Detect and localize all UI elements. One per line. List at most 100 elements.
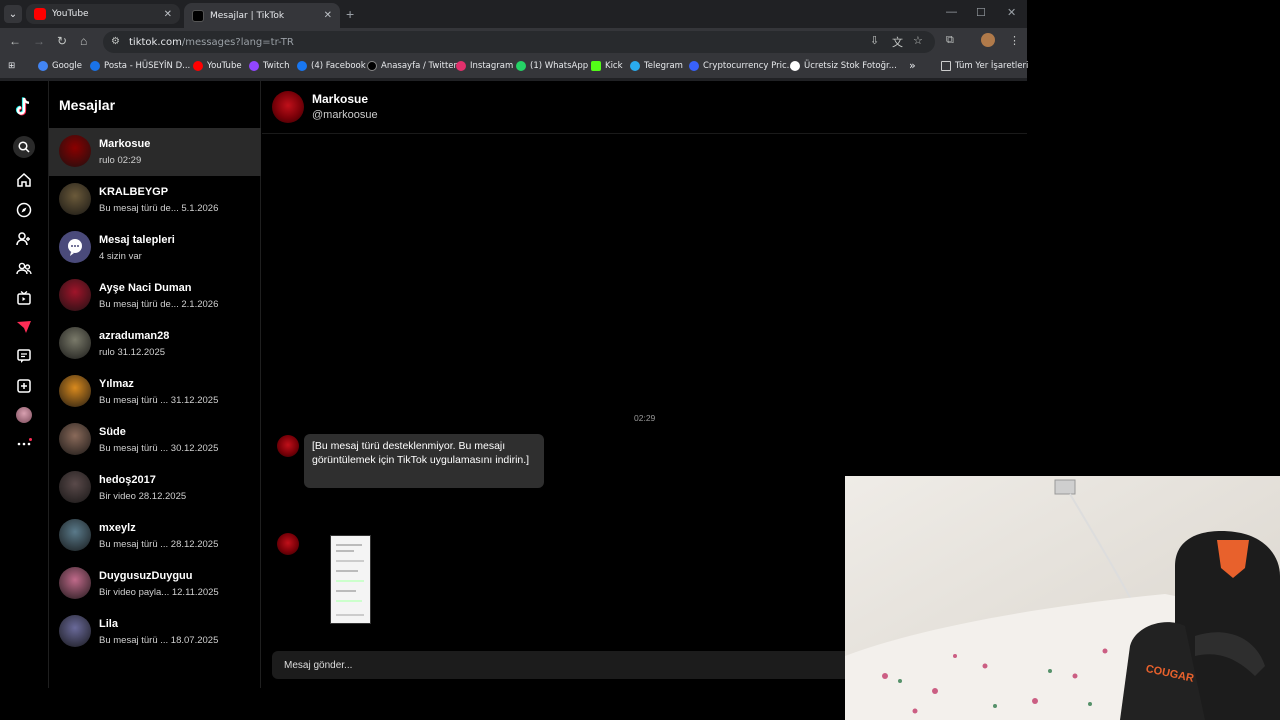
minimize-icon[interactable]: — bbox=[946, 6, 957, 18]
conversation-item[interactable]: Markosue rulo 02:29 bbox=[49, 128, 261, 176]
conversation-avatar bbox=[59, 423, 91, 455]
youtube-icon bbox=[193, 61, 203, 71]
bookmark-crypto[interactable]: Cryptocurrency Pric... bbox=[689, 61, 795, 71]
browser-chrome: ⌄ YouTube ✕ Mesajlar | TikTok ✕ + — ☐ ✕ … bbox=[0, 0, 1028, 81]
friends-icon[interactable] bbox=[14, 259, 34, 279]
new-tab-icon[interactable]: + bbox=[346, 6, 354, 22]
bookmark-whatsapp[interactable]: (1) WhatsApp bbox=[516, 61, 588, 71]
bookmark-youtube[interactable]: YouTube bbox=[193, 61, 242, 71]
message-sender-avatar[interactable] bbox=[277, 533, 299, 555]
messages-icon[interactable] bbox=[14, 317, 34, 337]
photo-icon bbox=[790, 61, 800, 71]
bookmark-mail[interactable]: Posta - HÜSEYİN D... bbox=[90, 61, 190, 71]
message-requests-icon bbox=[59, 231, 91, 263]
home-icon[interactable]: ⌂ bbox=[80, 34, 87, 48]
conversation-avatar bbox=[59, 375, 91, 407]
window-close-icon[interactable]: ✕ bbox=[1007, 6, 1016, 19]
conversation-item[interactable]: Süde Bu mesaj türü ... 30.12.2025 bbox=[49, 416, 261, 464]
bookmark-label: (4) Facebook bbox=[311, 61, 366, 71]
live-icon[interactable] bbox=[14, 288, 34, 308]
conversation-name: Yılmaz bbox=[99, 378, 134, 390]
conversation-item[interactable]: Mesaj talepleri 4 sizin var bbox=[49, 224, 261, 272]
bookmark-telegram[interactable]: Telegram bbox=[630, 61, 683, 71]
maximize-icon[interactable]: ☐ bbox=[976, 6, 986, 19]
tiktok-favicon-icon bbox=[192, 9, 204, 22]
tab-search-icon[interactable]: ⌄ bbox=[4, 5, 22, 23]
chat-contact-name[interactable]: Markosue bbox=[312, 92, 368, 106]
more-icon[interactable] bbox=[14, 433, 34, 453]
tab-tiktok[interactable]: Mesajlar | TikTok ✕ bbox=[184, 3, 340, 28]
bookmarks-overflow-icon[interactable]: » bbox=[909, 59, 916, 72]
bookmark-facebook[interactable]: (4) Facebook bbox=[297, 61, 366, 71]
tab-title: Mesajlar | TikTok bbox=[210, 10, 285, 21]
conversation-item[interactable]: azraduman28 rulo 31.12.2025 bbox=[49, 320, 261, 368]
bookmark-instagram[interactable]: Instagram bbox=[456, 61, 513, 71]
browser-menu-icon[interactable]: ⋮ bbox=[1009, 34, 1020, 47]
conversation-item[interactable]: mxeylz Bu mesaj türü ... 28.12.2025 bbox=[49, 512, 261, 560]
conversation-avatar bbox=[59, 279, 91, 311]
bookmark-kick[interactable]: Kick bbox=[591, 61, 623, 71]
conversation-item[interactable]: Ayşe Naci Duman Bu mesaj türü de... 2.1.2… bbox=[49, 272, 261, 320]
explore-icon[interactable] bbox=[14, 200, 34, 220]
apps-grid-icon[interactable]: ⊞ bbox=[8, 61, 15, 71]
bookmark-google[interactable]: Google bbox=[38, 61, 82, 71]
upload-icon[interactable] bbox=[14, 376, 34, 396]
message-input[interactable] bbox=[272, 651, 872, 679]
home-icon[interactable] bbox=[14, 170, 34, 190]
conversation-preview: Bu mesaj türü de... 2.1.2026 bbox=[99, 299, 219, 310]
tab-strip: ⌄ YouTube ✕ Mesajlar | TikTok ✕ + — ☐ ✕ bbox=[0, 0, 1027, 28]
following-icon[interactable] bbox=[14, 229, 34, 249]
conversation-item[interactable]: DuygusuzDuyguu Bir video payla... 12.11.2… bbox=[49, 560, 261, 608]
message-timestamp: 02:29 bbox=[634, 413, 656, 423]
conversation-preview: Bu mesaj türü ... 18.07.2025 bbox=[99, 635, 219, 646]
extensions-icon[interactable]: ⧉ bbox=[946, 34, 954, 47]
message-sender-avatar[interactable] bbox=[277, 435, 299, 457]
bookmark-label: Ücretsiz Stok Fotoğr... bbox=[804, 61, 897, 71]
address-bar[interactable]: ⚙ tiktok.com/messages?lang=tr-TR bbox=[103, 31, 935, 53]
conversation-preview: Bu mesaj türü ... 31.12.2025 bbox=[99, 395, 219, 406]
tab-close-icon[interactable]: ✕ bbox=[164, 9, 172, 20]
all-bookmarks[interactable]: Tüm Yer İşaretleri bbox=[941, 61, 1028, 71]
tab-youtube[interactable]: YouTube ✕ bbox=[26, 4, 180, 24]
messages-title: Mesajlar bbox=[59, 97, 116, 113]
forward-icon[interactable]: → bbox=[33, 34, 45, 48]
bookmark-label: Instagram bbox=[470, 61, 514, 71]
search-icon[interactable] bbox=[13, 136, 35, 158]
activity-icon[interactable] bbox=[14, 346, 34, 366]
google-icon bbox=[38, 61, 48, 71]
profile-avatar[interactable] bbox=[981, 33, 995, 47]
conversation-preview: Bu mesaj türü ... 28.12.2025 bbox=[99, 539, 219, 550]
youtube-favicon-icon bbox=[34, 8, 46, 20]
conversation-preview: Bir video payla... 12.11.2025 bbox=[99, 587, 219, 598]
translate-icon[interactable]: 文 bbox=[892, 34, 903, 50]
site-info-icon[interactable]: ⚙ bbox=[111, 36, 120, 47]
conversation-item[interactable]: hedoş2017 Bir video 28.12.2025 bbox=[49, 464, 261, 512]
tab-close-icon[interactable]: ✕ bbox=[324, 10, 332, 21]
conversation-preview: rulo 02:29 bbox=[99, 155, 142, 166]
back-icon[interactable]: ← bbox=[9, 34, 21, 48]
conversation-avatar bbox=[59, 615, 91, 647]
bookmark-twitch[interactable]: Twitch bbox=[249, 61, 290, 71]
reload-icon[interactable]: ↻ bbox=[57, 34, 67, 48]
chat-contact-username[interactable]: @markoosue bbox=[312, 109, 378, 121]
bookmark-label: Cryptocurrency Pric... bbox=[703, 61, 795, 71]
conversation-item[interactable]: KRALBEYGP Bu mesaj türü de... 5.1.2026 bbox=[49, 176, 261, 224]
profile-avatar[interactable] bbox=[14, 405, 34, 425]
install-app-icon[interactable]: ⇩ bbox=[870, 34, 879, 47]
tiktok-logo-icon[interactable] bbox=[14, 97, 34, 117]
conversation-name: Mesaj talepleri bbox=[99, 234, 175, 246]
conversation-avatar bbox=[59, 327, 91, 359]
conversation-item[interactable]: Lila Bu mesaj türü ... 18.07.2025 bbox=[49, 608, 261, 656]
message-bubble: [Bu mesaj türü desteklenmiyor. Bu mesajı… bbox=[304, 434, 544, 488]
conversation-avatar bbox=[59, 567, 91, 599]
bookmark-label: Anasayfa / Twitter bbox=[381, 61, 458, 71]
twitch-icon bbox=[249, 61, 259, 71]
bookmark-star-icon[interactable]: ☆ bbox=[913, 34, 923, 47]
bookmark-stock-photo[interactable]: Ücretsiz Stok Fotoğr... bbox=[790, 61, 897, 71]
shared-image-thumbnail[interactable] bbox=[330, 535, 371, 624]
conversation-item[interactable]: Yılmaz Bu mesaj türü ... 31.12.2025 bbox=[49, 368, 261, 416]
bookmark-twitter[interactable]: Anasayfa / Twitter bbox=[367, 61, 457, 71]
chat-avatar[interactable] bbox=[272, 91, 304, 123]
bookmark-label: Posta - HÜSEYİN D... bbox=[104, 61, 191, 71]
bookmark-label: Telegram bbox=[644, 61, 683, 71]
